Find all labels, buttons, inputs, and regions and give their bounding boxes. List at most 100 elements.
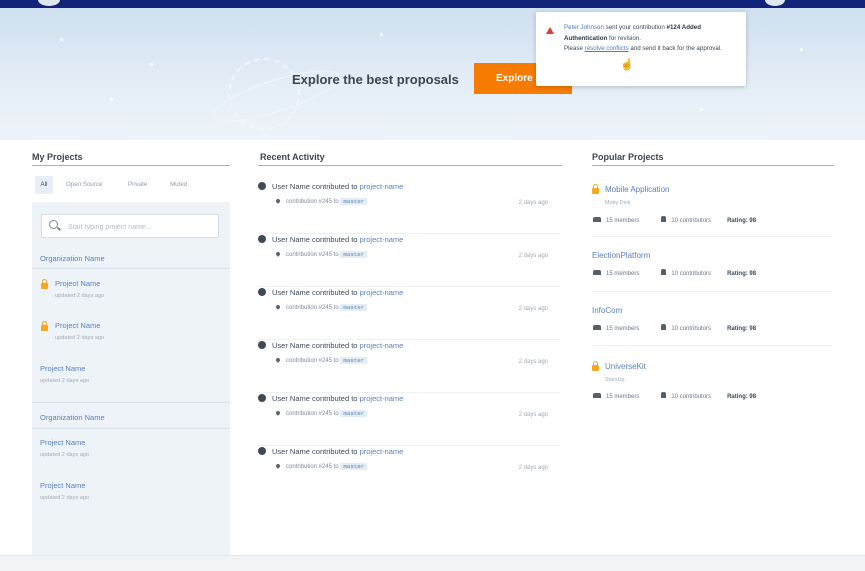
organization-name[interactable]: Organization Name	[40, 254, 105, 263]
project-updated: updated 2 days ago	[55, 293, 105, 299]
divider	[258, 392, 560, 393]
project-filter-tabs: All Open Source Private Muted	[32, 170, 230, 202]
pin-icon	[275, 251, 281, 257]
my-projects-title: My Projects	[32, 152, 83, 162]
github-icon	[258, 288, 266, 296]
github-icon	[258, 235, 266, 243]
contributors-icon	[661, 269, 667, 275]
popular-project-stats: 15 members 10 contributors Rating: 98	[593, 269, 756, 277]
warning-icon	[546, 27, 554, 34]
activity-item: User Name contributed to project-name co…	[258, 235, 560, 287]
activity-time: 2 days ago	[518, 412, 548, 418]
logo-icon[interactable]	[38, 0, 60, 6]
activity-item: User Name contributed to project-name co…	[258, 447, 560, 487]
activity-item: User Name contributed to project-name co…	[258, 288, 560, 340]
project-name-link[interactable]: Project Name	[40, 438, 85, 447]
activity-project-link[interactable]: project-name	[360, 235, 404, 244]
pin-icon	[275, 304, 281, 310]
project-search[interactable]	[41, 214, 219, 238]
top-navbar	[0, 0, 865, 8]
activity-project-link[interactable]: project-name	[360, 447, 404, 456]
search-input[interactable]	[66, 218, 218, 236]
popular-project-owner: StarsUp	[605, 377, 625, 383]
contributors-icon	[661, 216, 667, 222]
activity-project-link[interactable]: project-name	[360, 341, 404, 350]
branch-tag: master	[340, 463, 368, 470]
project-updated: updated 2 days ago	[40, 495, 90, 501]
project-name-link[interactable]: Project Name	[40, 481, 85, 490]
pin-icon	[275, 410, 281, 416]
lock-icon	[41, 279, 48, 289]
branch-tag: master	[340, 410, 368, 417]
activity-item: User Name contributed to project-name co…	[258, 341, 560, 393]
activity-user[interactable]: User Name	[272, 447, 310, 456]
github-icon	[258, 182, 266, 190]
activity-item: User Name contributed to project-name co…	[258, 182, 560, 234]
project-updated: updated 2 days ago	[40, 452, 90, 458]
popular-project-link[interactable]: ElectionPlatform	[592, 251, 650, 260]
search-icon	[49, 220, 58, 229]
recent-activity-title: Recent Activity	[260, 152, 325, 162]
tab-all[interactable]: All	[35, 176, 53, 194]
lock-icon	[41, 321, 48, 331]
branch-tag: master	[340, 304, 368, 311]
avatar[interactable]	[765, 0, 785, 6]
pin-icon	[275, 463, 281, 469]
organization-name[interactable]: Organization Name	[40, 413, 105, 422]
activity-project-link[interactable]: project-name	[360, 182, 404, 191]
branch-tag: master	[340, 198, 368, 205]
branch-tag: master	[340, 251, 368, 258]
tab-private[interactable]: Private	[128, 181, 147, 188]
popular-project-link[interactable]: Mobile Application	[605, 185, 669, 194]
activity-time: 2 days ago	[518, 306, 548, 312]
popular-project-owner: Moby Dick	[605, 200, 631, 206]
popular-project-link[interactable]: UniverseKit	[605, 362, 646, 371]
activity-user[interactable]: User Name	[272, 288, 310, 297]
hero-title: Explore the best proposals	[292, 72, 459, 87]
members-icon	[593, 217, 601, 222]
activity-user[interactable]: User Name	[272, 394, 310, 403]
hand-cursor-icon: ☝	[620, 59, 634, 71]
divider	[258, 233, 560, 234]
page-footer	[0, 555, 865, 571]
lock-icon	[592, 184, 599, 194]
members-icon	[593, 393, 601, 398]
project-updated: updated 2 days ago	[40, 378, 90, 384]
activity-project-link[interactable]: project-name	[360, 288, 404, 297]
divider	[258, 339, 560, 340]
divider	[32, 428, 230, 429]
activity-user[interactable]: User Name	[272, 341, 310, 350]
divider	[32, 402, 230, 403]
members-icon	[593, 325, 601, 330]
star-decoration	[700, 108, 703, 111]
activity-project-link[interactable]: project-name	[360, 394, 404, 403]
notification-user-link[interactable]: Peter Johnson	[564, 24, 604, 31]
lock-icon	[592, 361, 599, 371]
project-name-link[interactable]: Project Name	[55, 321, 100, 330]
activity-time: 2 days ago	[518, 359, 548, 365]
activity-time: 2 days ago	[518, 253, 548, 259]
members-icon	[593, 270, 601, 275]
divider	[258, 445, 560, 446]
tab-open-source[interactable]: Open Source	[66, 181, 102, 188]
github-icon	[258, 394, 266, 402]
activity-item: User Name contributed to project-name co…	[258, 394, 560, 446]
popular-project-link[interactable]: InfoCom	[592, 306, 622, 315]
activity-time: 2 days ago	[518, 200, 548, 206]
tab-muted[interactable]: Muted	[170, 181, 187, 188]
project-name-link[interactable]: Project Name	[40, 364, 85, 373]
contributors-icon	[661, 324, 667, 330]
activity-user[interactable]: User Name	[272, 182, 310, 191]
contributors-icon	[661, 392, 667, 398]
github-icon	[258, 447, 266, 455]
resolve-conflicts-link[interactable]: resolve conflicts	[585, 45, 629, 52]
project-name-link[interactable]: Project Name	[55, 279, 100, 288]
activity-user[interactable]: User Name	[272, 235, 310, 244]
popular-project-stats: 15 members 10 contributors Rating: 98	[593, 392, 756, 400]
star-decoration	[150, 63, 153, 66]
github-icon	[258, 341, 266, 349]
star-decoration	[800, 48, 803, 51]
divider	[592, 345, 832, 346]
notification-popup[interactable]: Peter Johnson sent your contribution #12…	[536, 12, 746, 86]
pin-icon	[275, 357, 281, 363]
